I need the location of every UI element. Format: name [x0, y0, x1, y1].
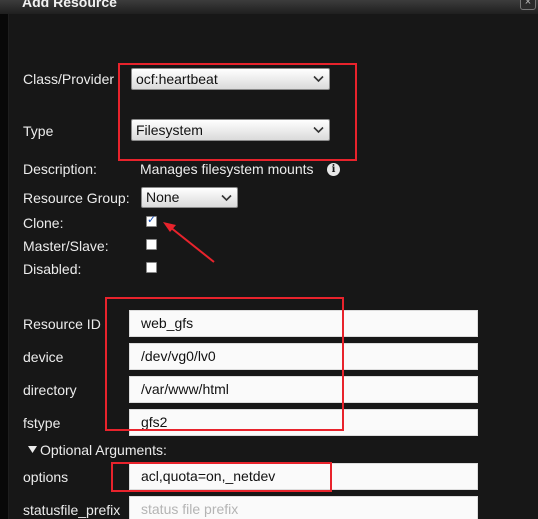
annotation-arrow-icon: [163, 222, 215, 263]
